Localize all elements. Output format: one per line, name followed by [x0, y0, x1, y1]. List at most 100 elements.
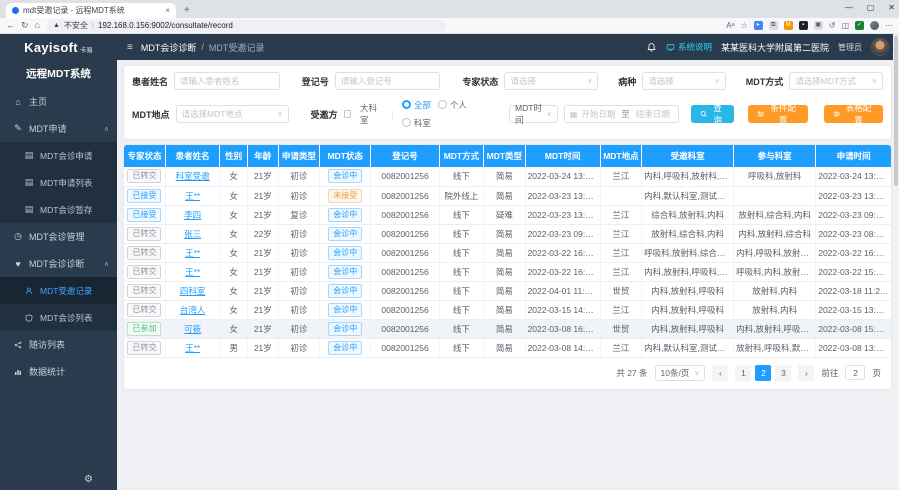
- system-help-link[interactable]: 系统说明: [666, 41, 712, 53]
- patient-name-link[interactable]: 李四: [184, 210, 201, 220]
- bell-icon[interactable]: [646, 42, 657, 53]
- mdt-status-cell: 会诊中: [320, 338, 371, 357]
- radio-dot: [402, 100, 411, 109]
- search-button[interactable]: 查询: [691, 105, 735, 123]
- patient-name-link[interactable]: 王**: [185, 191, 200, 201]
- disease-select[interactable]: 请选择 ∨: [642, 72, 726, 90]
- invitee-radio[interactable]: 科室: [402, 117, 431, 129]
- patient-name-link[interactable]: 王**: [185, 343, 200, 353]
- close-button[interactable]: ✕: [888, 3, 895, 12]
- extension-icon[interactable]: ▪: [799, 21, 808, 30]
- patient-name-link[interactable]: 王**: [185, 248, 200, 258]
- expert-status-tag: 已接受: [127, 208, 161, 222]
- goto-page-input[interactable]: [845, 365, 865, 380]
- expert-status-cell: 已转交: [124, 224, 165, 243]
- extension-icon[interactable]: ✓: [855, 21, 864, 30]
- expert-status-tag: 已转交: [127, 303, 161, 317]
- patient-name-link[interactable]: 可筱: [184, 324, 201, 334]
- page-number-button[interactable]: 2: [755, 365, 771, 381]
- browser-profile-avatar[interactable]: [870, 21, 879, 30]
- invitee-label: 受邀方: [311, 108, 338, 121]
- join-depts-cell: 内科,放射科,呼吸科,测试科室: [734, 319, 816, 338]
- page-scrollbar[interactable]: [893, 34, 899, 490]
- minimize-button[interactable]: —: [845, 3, 853, 12]
- history-icon[interactable]: ↺: [829, 21, 836, 30]
- new-tab-button[interactable]: +: [184, 3, 190, 18]
- mdt-time-cell: 2022-03-22 16:50:00: [525, 262, 600, 281]
- patient-name-link[interactable]: 四科室: [180, 286, 206, 296]
- sidebar-item-home[interactable]: ⌂ 主页: [0, 88, 117, 115]
- mdt-status-cell: 会诊中: [320, 205, 371, 224]
- table-config-button[interactable]: 表格配置: [824, 105, 883, 123]
- condition-config-button[interactable]: 条件配置: [748, 105, 807, 123]
- chevron-down-icon: ∨: [872, 77, 877, 85]
- patient-name-link[interactable]: 科室受邀: [176, 171, 210, 181]
- extension-icon[interactable]: ⧉: [769, 21, 778, 30]
- maximize-button[interactable]: ▢: [867, 3, 875, 12]
- page-number-button[interactable]: 3: [775, 365, 791, 381]
- sidebar-item-mdt-consult-apply[interactable]: ▤ MDT会诊申请: [0, 142, 117, 169]
- list-icon: ▤: [24, 204, 34, 215]
- favorites-star-icon[interactable]: ☆: [741, 21, 748, 30]
- invitee-radio[interactable]: 全部: [402, 99, 431, 111]
- invitee-radio[interactable]: 个人: [438, 99, 467, 111]
- browser-window: mdt受邀记录 - 远程MDT系统 × + — ▢ ✕ ← ↻ ⌂ ▲ 不安全 …: [0, 0, 899, 490]
- time-type-select[interactable]: MDT时间 ∨: [509, 105, 558, 123]
- expert-status-select[interactable]: 请选择 ∨: [504, 72, 598, 90]
- prev-page-button[interactable]: ‹: [712, 365, 728, 381]
- sidebar-item-statistics[interactable]: 数据统计: [0, 358, 117, 385]
- pagination: 共 27 条 10条/页 ∨ ‹ 123 › 前往 页: [124, 358, 891, 389]
- edit-icon: ✎: [13, 123, 23, 134]
- register-no-cell: 0082001256: [371, 224, 439, 243]
- mdt-place-select[interactable]: 请选择MDT地点 ∨: [176, 105, 289, 123]
- register-no-cell: 0082001256: [371, 262, 439, 281]
- split-screen-icon[interactable]: ◫: [841, 21, 849, 30]
- url-field[interactable]: ▲ 不安全 | 192.168.0.156:9002/consultate/re…: [46, 20, 446, 32]
- mdt-type-cell: 简易: [484, 186, 525, 205]
- gear-icon[interactable]: ⚙: [84, 474, 93, 485]
- patient-name-link[interactable]: 张三: [184, 229, 201, 239]
- sidebar-item-mdt-manage[interactable]: ◷ MDT会诊管理: [0, 223, 117, 250]
- invited-depts-cell: 放射科,综合科,内科: [642, 224, 734, 243]
- invited-depts-cell: 内科,呼吸科,放射科,综合科: [642, 167, 734, 186]
- refresh-icon[interactable]: ↻: [21, 21, 29, 30]
- next-page-button[interactable]: ›: [798, 365, 814, 381]
- tab-close-icon[interactable]: ×: [165, 6, 170, 15]
- age-cell: 21岁: [247, 300, 278, 319]
- bar-chart-icon: [13, 368, 23, 376]
- invitee-radio-group: 全部个人科室: [402, 96, 501, 132]
- page-number-button[interactable]: 1: [735, 365, 751, 381]
- expert-status-cell: 已转交: [124, 262, 165, 281]
- patient-name-link[interactable]: 台湾人: [180, 305, 206, 315]
- register-no-input[interactable]: 请输入登记号: [335, 72, 441, 90]
- back-icon[interactable]: ←: [6, 21, 15, 30]
- more-menu-icon[interactable]: ⋯: [885, 21, 893, 30]
- age-cell: 21岁: [247, 319, 278, 338]
- sidebar-item-mdt-invited-records[interactable]: MDT受邀记录: [0, 277, 117, 304]
- extension-icon[interactable]: ▸: [754, 21, 763, 30]
- read-aloud-icon[interactable]: Aᵃ: [726, 21, 734, 30]
- big-dept-checkbox[interactable]: [344, 110, 352, 118]
- patient-name-link[interactable]: 王**: [185, 267, 200, 277]
- home-icon[interactable]: ⌂: [35, 21, 40, 30]
- user-avatar[interactable]: [871, 38, 889, 56]
- hospital-name: 某某医科大学附属第二医院: [721, 41, 829, 54]
- mdt-mode-select[interactable]: 请选择MDT方式 ∨: [789, 72, 883, 90]
- sidebar-item-mdt-consult-list[interactable]: MDT会诊列表: [0, 304, 117, 331]
- page-size-select[interactable]: 10条/页 ∨: [655, 365, 706, 381]
- sidebar-item-mdt-apply[interactable]: ✎ MDT申请 ∧: [0, 115, 117, 142]
- scrollbar-thumb[interactable]: [894, 36, 898, 186]
- sidebar-item-followup-list[interactable]: 随访列表: [0, 331, 117, 358]
- extension-icon[interactable]: M: [784, 21, 793, 30]
- collapse-menu-icon[interactable]: ≡: [127, 42, 133, 53]
- chevron-down-icon: ∨: [547, 110, 552, 118]
- sidebar-item-mdt-apply-list[interactable]: ▤ MDT申请列表: [0, 169, 117, 196]
- extension-icon[interactable]: ▣: [814, 21, 823, 30]
- browser-tab[interactable]: mdt受邀记录 - 远程MDT系统 ×: [6, 3, 176, 18]
- sidebar-item-mdt-draft[interactable]: ▤ MDT会诊暂存: [0, 196, 117, 223]
- date-range-input[interactable]: ▦ 开始日期 至 结束日期: [564, 105, 679, 123]
- gender-cell: 女: [220, 319, 248, 338]
- patient-name-input[interactable]: 请输入患者姓名: [174, 72, 280, 90]
- sidebar-item-mdt-diagnose[interactable]: ♥ MDT会诊诊断 ∧: [0, 250, 117, 277]
- age-cell: 21岁: [247, 167, 278, 186]
